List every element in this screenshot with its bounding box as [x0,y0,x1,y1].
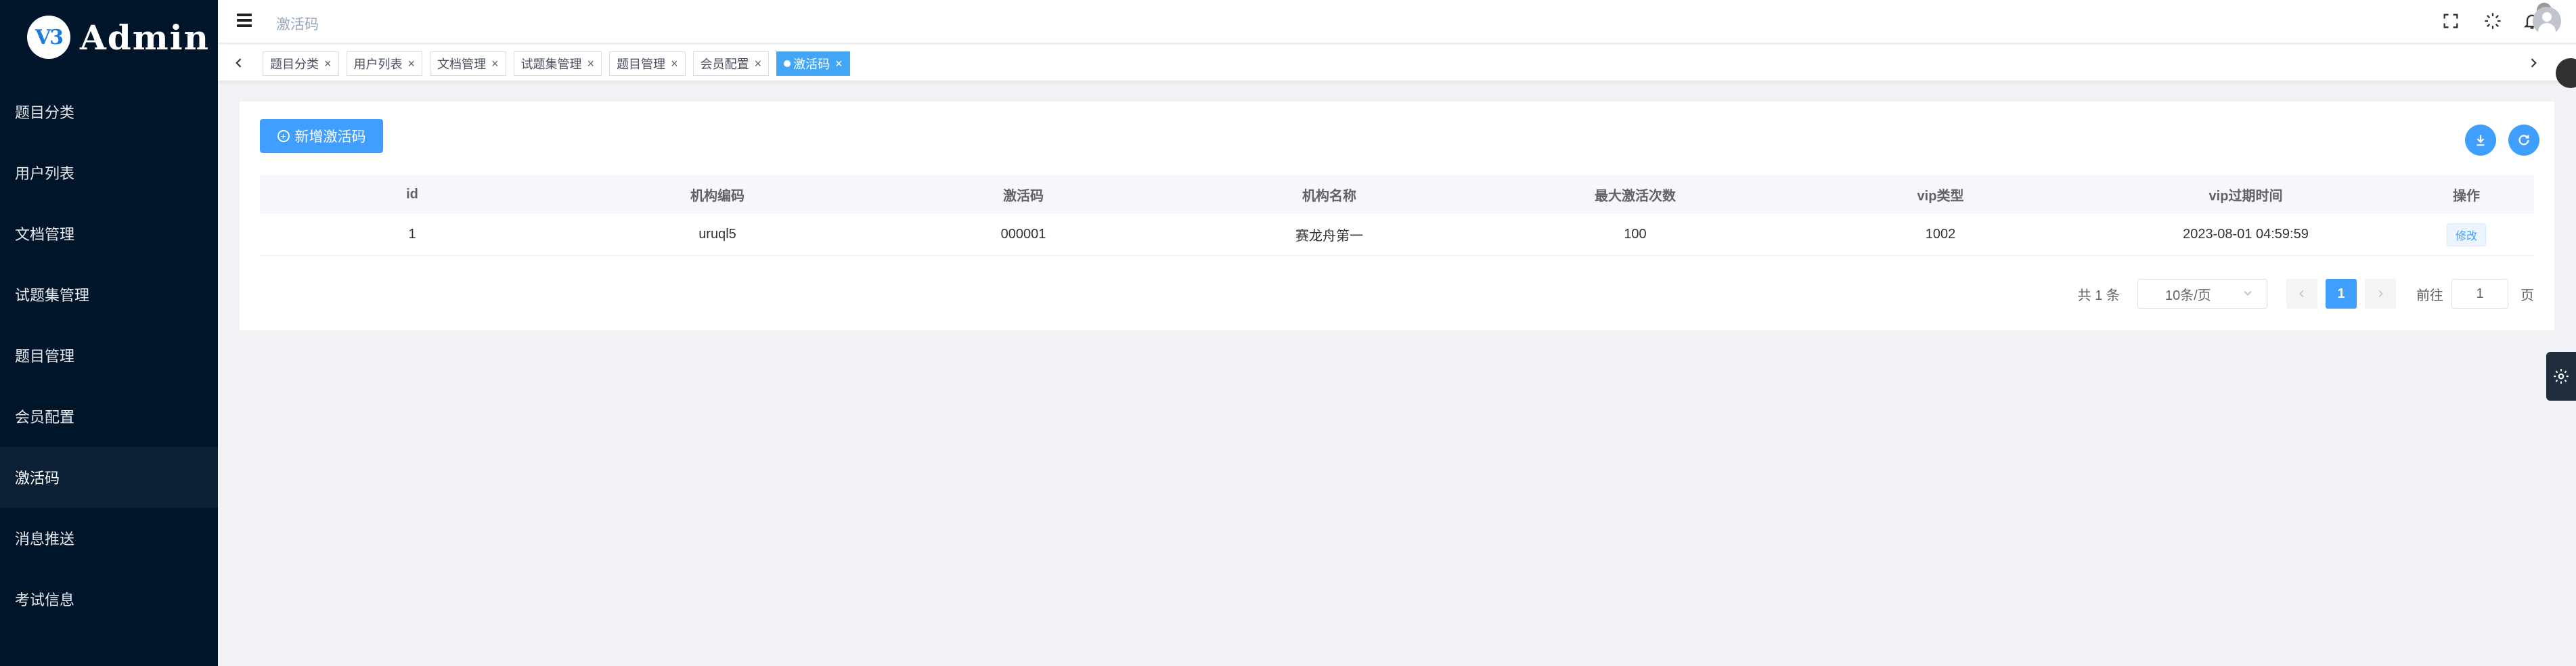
tag-label: 题目管理 [617,58,666,71]
logo[interactable]: V3 Admin [0,0,218,74]
sidebar-item-label: 用户列表 [15,165,75,182]
pagination: 共 1 条 10条/页 1 前往 1 页 [2078,279,2534,309]
tag-documents[interactable]: 文档管理 × [430,51,506,76]
tag-activation-code[interactable]: 激活码 × [776,51,850,76]
sidebar: V3 Admin 题目分类 用户列表 文档管理 试题集管理 题目管理 会员配置 … [0,0,218,666]
activation-code-table: id 机构编码 激活码 机构名称 最大激活次数 vip类型 vip过期时间 操作… [260,175,2534,256]
fullscreen-icon[interactable] [2439,9,2462,32]
logo-badge-text: V3 [35,25,64,49]
sidebar-item-documents[interactable]: 文档管理 [0,203,218,264]
column-header[interactable]: id [260,187,564,202]
tag-label: 激活码 [793,58,830,71]
column-header[interactable]: 最大激活次数 [1482,185,1788,204]
sidebar-item-exam-info[interactable]: 考试信息 [0,569,218,629]
tag-membership[interactable]: 会员配置 × [692,51,770,76]
cell-actions: 修改 [2399,223,2534,246]
table-row[interactable]: 1 uruql5 000001 赛龙舟第一 100 1002 2023-08-0… [260,214,2534,256]
prev-page-button[interactable] [2286,279,2317,309]
tags-scroll-left-icon[interactable] [227,51,250,74]
sidebar-item-questions[interactable]: 题目管理 [0,325,218,386]
tag-question-sets[interactable]: 试题集管理 × [513,51,602,76]
close-icon[interactable]: × [324,57,332,71]
close-icon[interactable]: × [835,57,843,71]
settings-gear-icon[interactable] [2546,352,2576,401]
edit-button[interactable]: 修改 [2446,223,2486,246]
logo-badge: V3 [27,16,70,59]
column-header[interactable]: 机构编码 [564,185,870,204]
cell-vip-expire: 2023-08-01 04:59:59 [2183,227,2309,242]
table-header: id 机构编码 激活码 机构名称 最大激活次数 vip类型 vip过期时间 操作 [260,175,2534,214]
chevron-down-icon [2244,290,2252,296]
sidebar-item-label: 消息推送 [15,531,75,548]
sidebar-item-question-sets[interactable]: 试题集管理 [0,264,218,325]
sidebar-item-membership[interactable]: 会员配置 [0,386,218,447]
tag-questions[interactable]: 题目管理 × [609,51,686,76]
close-icon[interactable]: × [671,57,678,71]
theme-icon[interactable] [2481,9,2504,32]
next-page-button[interactable] [2365,279,2396,309]
page-size-value: 10条/页 [2165,288,2211,303]
sidebar-item-label: 试题集管理 [15,287,90,304]
column-header: 操作 [2453,188,2480,204]
sidebar-item-label: 题目管理 [15,348,75,365]
goto-suffix: 页 [2521,288,2534,303]
close-icon[interactable]: × [408,57,416,71]
logo-text: Admin [80,17,210,58]
sidebar-item-label: 会员配置 [15,409,75,426]
refresh-icon[interactable] [2508,125,2539,156]
breadcrumb[interactable]: 激活码 [276,14,319,34]
page-size-select[interactable]: 10条/页 [2137,279,2267,309]
chevron-right-icon [2378,290,2383,298]
cell-max-activations: 100 [1624,227,1647,242]
sidebar-item-label: 考试信息 [15,592,75,608]
active-dot-icon [784,60,791,67]
tag-question-category[interactable]: 题目分类 × [263,51,339,76]
tags-view: 题目分类 × 用户列表 × 文档管理 × 试题集管理 × 题目管理 × 会员配置 × 激活码… [218,45,2576,88]
sidebar-item-push-messages[interactable]: 消息推送 [0,508,218,569]
tags-scroll-right-icon[interactable] [2522,51,2545,74]
sidebar-item-user-list[interactable]: 用户列表 [0,142,218,203]
avatar[interactable] [2533,7,2561,35]
tag-label: 用户列表 [353,58,403,71]
tag-label: 题目分类 [270,58,319,71]
menu-icon[interactable] [237,14,252,27]
content-card: + 新增激活码 id 机构编码 激活码 机构名称 最大激活次数 vip类型 vi… [240,102,2554,330]
sidebar-item-activation-code[interactable]: 激活码 [0,447,218,508]
tag-label: 文档管理 [437,58,487,71]
column-header[interactable]: 机构名称 [1176,185,1482,204]
add-activation-code-button[interactable]: + 新增激活码 [260,119,383,153]
pagination-total: 共 1 条 [2077,288,2120,303]
sidebar-item-label: 文档管理 [15,226,75,243]
column-header[interactable]: 激活码 [870,185,1176,204]
close-icon[interactable]: × [755,57,762,71]
cell-org-code: uruql5 [698,227,736,242]
goto-label: 前往 [2416,288,2443,303]
column-header[interactable]: vip过期时间 [2093,185,2399,204]
tag-label: 试题集管理 [520,58,582,71]
tag-list: 题目分类 × 用户列表 × 文档管理 × 试题集管理 × 题目管理 × 会员配置 × 激活码… [263,51,858,76]
sidebar-menu: 题目分类 用户列表 文档管理 试题集管理 题目管理 会员配置 激活码 消息推送 … [0,81,218,629]
plus-circle-icon: + [277,130,290,142]
top-header: 激活码 8 [218,0,2576,43]
sidebar-item-question-category[interactable]: 题目分类 [0,81,218,142]
sidebar-item-label: 题目分类 [15,104,75,121]
cell-vip-type: 1002 [1925,227,1956,242]
cell-activation-code: 000001 [1000,227,1046,242]
goto-page-input[interactable]: 1 [2451,279,2508,309]
page-number-button[interactable]: 1 [2326,279,2357,309]
chevron-left-icon [2299,290,2304,298]
cell-org-name: 赛龙舟第一 [1295,229,1363,244]
tag-user-list[interactable]: 用户列表 × [346,51,423,76]
column-header[interactable]: vip类型 [1788,185,2093,204]
edge-circle-icon[interactable] [2556,58,2576,88]
tag-label: 会员配置 [700,58,749,71]
close-icon[interactable]: × [491,57,499,71]
add-button-label: 新增激活码 [294,129,366,145]
cell-id: 1 [408,227,416,242]
download-icon[interactable] [2465,125,2496,156]
sidebar-item-label: 激活码 [15,470,60,487]
close-icon[interactable]: × [587,57,595,71]
